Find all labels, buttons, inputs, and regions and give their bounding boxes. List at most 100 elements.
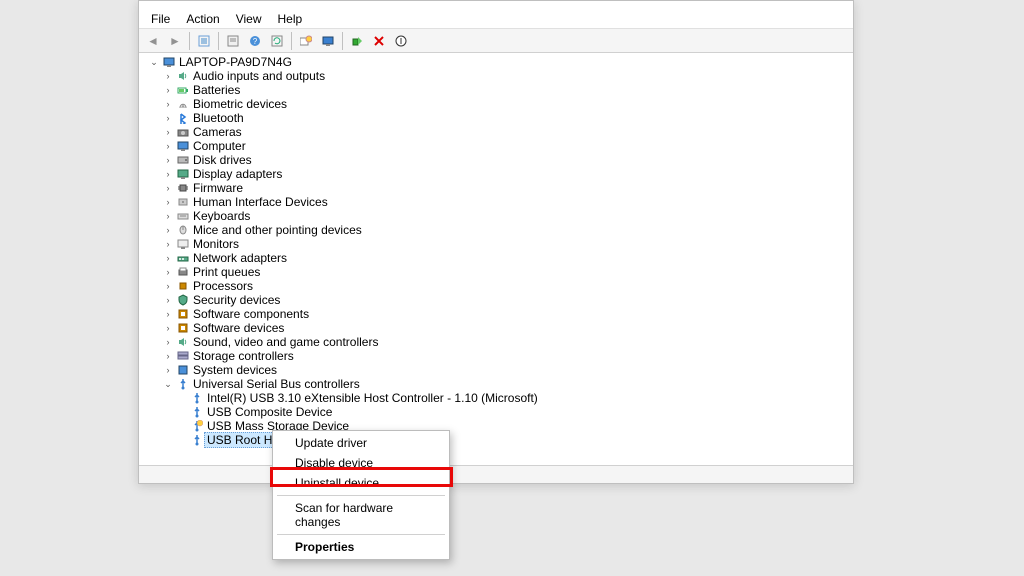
tree-category[interactable]: ›Monitors xyxy=(163,237,849,251)
back-button[interactable]: ◄ xyxy=(143,31,163,51)
tree-category[interactable]: › Network adapters xyxy=(163,251,849,265)
tree-category-usb[interactable]: ⌄Universal Serial Bus controllers xyxy=(163,377,849,391)
statusbar xyxy=(139,465,853,483)
tree-category-label: Network adapters xyxy=(193,251,287,265)
tree-category-label: Security devices xyxy=(193,293,280,307)
refresh-button[interactable] xyxy=(267,31,287,51)
chevron-right-icon[interactable]: › xyxy=(163,295,173,305)
uninstall-button[interactable] xyxy=(369,31,389,51)
menu-file[interactable]: File xyxy=(143,10,178,28)
toolbar-separator xyxy=(342,32,343,50)
chevron-right-icon[interactable]: › xyxy=(163,225,173,235)
tree-root-computer[interactable]: ⌄ LAPTOP-PA9D7N4G xyxy=(149,55,849,69)
chevron-right-icon[interactable]: › xyxy=(163,239,173,249)
expander-empty xyxy=(177,393,187,403)
monitor2-icon xyxy=(176,237,190,251)
tree-category-label: Mice and other pointing devices xyxy=(193,223,362,237)
context-menu: Update driver Disable device Uninstall d… xyxy=(272,430,450,560)
chevron-right-icon[interactable]: › xyxy=(163,141,173,151)
titlebar xyxy=(139,1,853,9)
tree-category[interactable]: ›Storage controllers xyxy=(163,349,849,363)
menu-action[interactable]: Action xyxy=(178,10,227,28)
expander-empty xyxy=(177,421,187,431)
tree-category[interactable]: › Disk drives xyxy=(163,153,849,167)
chevron-right-icon[interactable]: › xyxy=(163,169,173,179)
chevron-down-icon[interactable]: ⌄ xyxy=(163,379,173,389)
disable-button[interactable] xyxy=(391,31,411,51)
tree-category[interactable]: ›Processors xyxy=(163,279,849,293)
chevron-down-icon[interactable]: ⌄ xyxy=(149,57,159,67)
tree-category[interactable]: › Security devices xyxy=(163,293,849,307)
cm-uninstall-device[interactable]: Uninstall device xyxy=(273,473,449,493)
chevron-right-icon[interactable]: › xyxy=(163,309,173,319)
cm-update-driver[interactable]: Update driver xyxy=(273,433,449,453)
tree-category[interactable]: ›Software devices xyxy=(163,321,849,335)
tree-category[interactable]: ›Batteries xyxy=(163,83,849,97)
usb-icon xyxy=(176,377,190,391)
tree-category[interactable]: › Print queues xyxy=(163,265,849,279)
scan-icon xyxy=(300,35,312,47)
tree-category-label: Cameras xyxy=(193,125,242,139)
tree-category[interactable]: › Mice and other pointing devices xyxy=(163,223,849,237)
chevron-right-icon[interactable]: › xyxy=(163,127,173,137)
device-tree[interactable]: ⌄ LAPTOP-PA9D7N4G › Audio inputs and outp… xyxy=(139,53,853,465)
tree-category-label: Firmware xyxy=(193,181,243,195)
chevron-right-icon[interactable]: › xyxy=(163,155,173,165)
update-driver-button[interactable] xyxy=(318,31,338,51)
enable-button[interactable] xyxy=(347,31,367,51)
tree-category[interactable]: ›Computer xyxy=(163,139,849,153)
tree-category-label: Display adapters xyxy=(193,167,282,181)
chevron-right-icon[interactable]: › xyxy=(163,281,173,291)
camera-icon xyxy=(176,125,190,139)
properties-button[interactable] xyxy=(223,31,243,51)
x-red-icon xyxy=(373,35,385,47)
device-manager-window: File Action View Help ◄ ► ? ⌄ LAP xyxy=(138,0,854,484)
tree-category[interactable]: ›Keyboards xyxy=(163,209,849,223)
hid-icon xyxy=(176,195,190,209)
chevron-right-icon[interactable]: › xyxy=(163,323,173,333)
chevron-right-icon[interactable]: › xyxy=(163,71,173,81)
chevron-right-icon[interactable]: › xyxy=(163,337,173,347)
chevron-right-icon[interactable]: › xyxy=(163,211,173,221)
cm-disable-device[interactable]: Disable device xyxy=(273,453,449,473)
chevron-right-icon[interactable]: › xyxy=(163,197,173,207)
chevron-right-icon[interactable]: › xyxy=(163,253,173,263)
tree-category[interactable]: ›Sound, video and game controllers xyxy=(163,335,849,349)
arrow-right-icon: ► xyxy=(169,34,181,48)
tree-category-label: Print queues xyxy=(193,265,260,279)
chevron-right-icon[interactable]: › xyxy=(163,351,173,361)
tree-category-label: Disk drives xyxy=(193,153,252,167)
tree-category[interactable]: ›Bluetooth xyxy=(163,111,849,125)
chevron-right-icon[interactable]: › xyxy=(163,267,173,277)
scan-button[interactable] xyxy=(296,31,316,51)
help-button[interactable]: ? xyxy=(245,31,265,51)
tree-category[interactable]: ›Software components xyxy=(163,307,849,321)
tree-device[interactable]: Intel(R) USB 3.10 eXtensible Host Contro… xyxy=(177,391,849,405)
tree-category[interactable]: › Display adapters xyxy=(163,167,849,181)
chevron-right-icon[interactable]: › xyxy=(163,85,173,95)
tree-category[interactable]: ›System devices xyxy=(163,363,849,377)
help-icon: ? xyxy=(249,35,261,47)
chevron-right-icon[interactable]: › xyxy=(163,99,173,109)
tree-category-label: Audio inputs and outputs xyxy=(193,69,325,83)
grid-icon xyxy=(198,35,210,47)
tree-category[interactable]: › Biometric devices xyxy=(163,97,849,111)
shield-icon xyxy=(176,293,190,307)
chevron-right-icon[interactable]: › xyxy=(163,183,173,193)
chevron-right-icon[interactable]: › xyxy=(163,113,173,123)
menu-view[interactable]: View xyxy=(228,10,270,28)
cm-scan-hardware[interactable]: Scan for hardware changes xyxy=(273,498,449,532)
cm-properties[interactable]: Properties xyxy=(273,537,449,557)
tree-category-label: Biometric devices xyxy=(193,97,287,111)
toolbar-separator xyxy=(189,32,190,50)
svg-text:?: ? xyxy=(253,37,258,46)
tree-category[interactable]: ›Human Interface Devices xyxy=(163,195,849,209)
show-hidden-button[interactable] xyxy=(194,31,214,51)
tree-category[interactable]: › Audio inputs and outputs xyxy=(163,69,849,83)
chevron-right-icon[interactable]: › xyxy=(163,365,173,375)
forward-button[interactable]: ► xyxy=(165,31,185,51)
tree-device[interactable]: USB Composite Device xyxy=(177,405,849,419)
tree-category[interactable]: › Cameras xyxy=(163,125,849,139)
tree-category[interactable]: › Firmware xyxy=(163,181,849,195)
menu-help[interactable]: Help xyxy=(270,10,311,28)
